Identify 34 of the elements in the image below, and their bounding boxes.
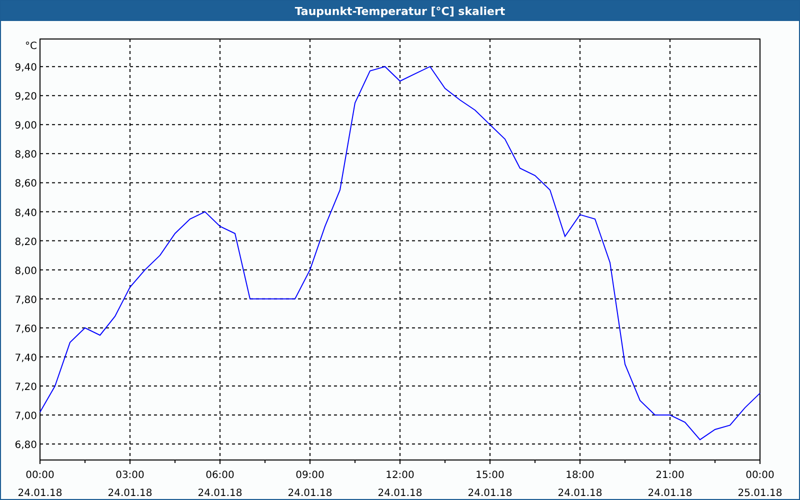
y-tick-label: 7,40 — [14, 352, 37, 364]
y-tick-label: 7,00 — [14, 411, 37, 422]
x-tick-label: 03:00 — [116, 470, 144, 481]
y-tick-label: 8,00 — [14, 266, 37, 277]
y-tick-label: 8,40 — [14, 208, 37, 219]
x-tick-label: 21:00 — [656, 470, 684, 481]
x-tick-label: 06:00 — [206, 470, 234, 481]
y-tick-label: 7,80 — [14, 294, 37, 306]
x-tick-label: 09:00 — [296, 470, 324, 481]
y-tick-label: 9,20 — [14, 92, 37, 103]
date-label: 24.01.18 — [648, 488, 692, 499]
y-tick-label: 7,60 — [14, 324, 37, 335]
y-tick-label: 9,40 — [14, 62, 37, 74]
date-label: 24.01.18 — [378, 488, 422, 499]
window-title: Taupunkt-Temperatur [°C] skaliert — [1, 1, 799, 21]
x-tick-label: 00:00 — [746, 470, 774, 481]
x-tick-label: 00:00 — [26, 470, 54, 481]
y-tick-label: 7,20 — [14, 382, 37, 393]
y-tick-label: 8,20 — [14, 236, 37, 248]
y-tick-label: 9,00 — [14, 120, 37, 132]
x-tick-label: 12:00 — [386, 470, 414, 481]
y-axis-unit: °C — [25, 41, 37, 52]
date-label: 25.01.18 — [738, 488, 782, 499]
y-tick-label: 8,80 — [14, 150, 37, 161]
date-label: 24.01.18 — [18, 488, 62, 499]
x-tick-label: 18:00 — [566, 470, 594, 481]
date-label: 24.01.18 — [108, 488, 152, 499]
date-label: 24.01.18 — [198, 488, 242, 499]
date-label: 24.01.18 — [288, 488, 332, 499]
y-tick-label: 6,80 — [14, 440, 37, 452]
date-label: 24.01.18 — [558, 488, 602, 499]
x-tick-label: 15:00 — [476, 470, 504, 481]
date-label: 24.01.18 — [468, 488, 512, 499]
y-tick-label: 8,60 — [14, 178, 37, 190]
